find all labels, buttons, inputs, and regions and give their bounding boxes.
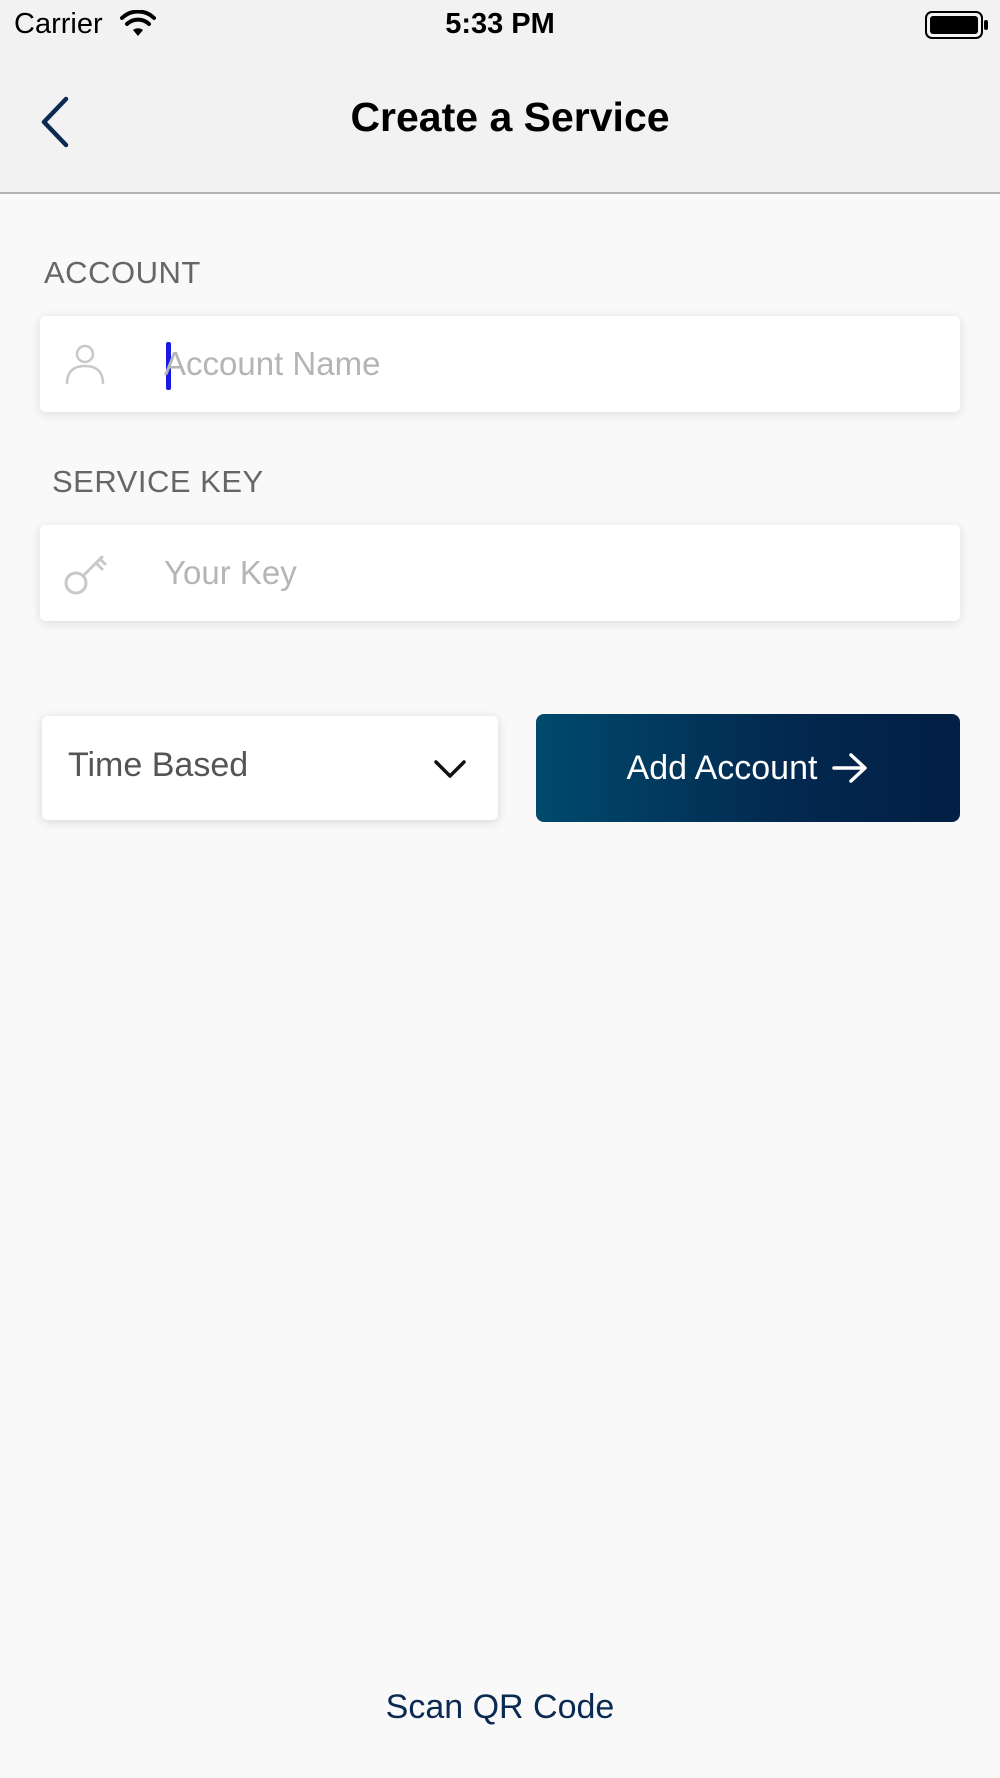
user-icon [65,344,105,385]
key-icon [64,555,107,595]
account-label: ACCOUNT [44,255,201,290]
chevron-down-icon[interactable] [432,754,468,784]
status-bar: Carrier 5:33 PM [0,0,1000,52]
clock: 5:33 PM [445,8,555,40]
service-key-input[interactable] [164,543,944,603]
type-dropdown-value: Time Based [68,746,249,784]
service-key-field[interactable] [40,525,960,621]
account-name-field[interactable] [40,316,960,412]
navigation-bar: Create a Service [0,52,1000,194]
add-account-label: Add Account [626,748,818,787]
service-key-label: SERVICE KEY [52,464,264,499]
arrow-right-icon [832,753,868,783]
battery-icon [925,11,988,39]
page-title: Create a Service [350,94,670,140]
account-name-input[interactable] [164,334,944,394]
type-dropdown[interactable]: Time Based [42,716,498,820]
scan-qr-code-link[interactable]: Scan QR Code [0,1688,1000,1727]
add-account-button[interactable]: Add Account [536,714,960,822]
